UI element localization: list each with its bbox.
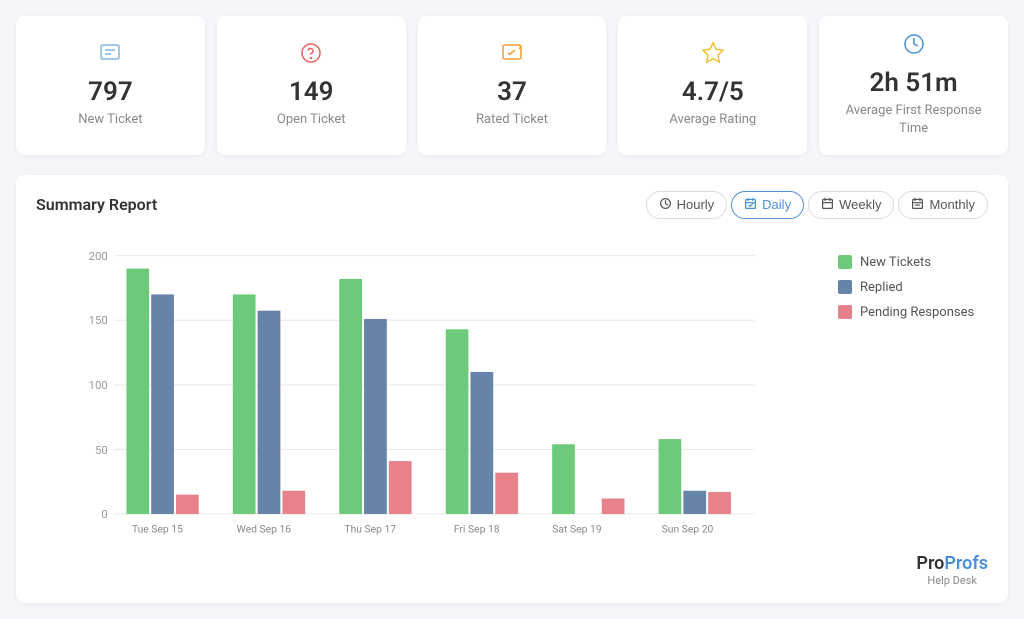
svg-text:0: 0 <box>101 507 107 521</box>
svg-text:150: 150 <box>89 312 108 326</box>
stats-row: 797 New Ticket 149 Open Ticket 37 Rated … <box>16 16 1008 155</box>
legend-dot <box>838 305 852 319</box>
avg-response-number: 2h 51m <box>870 68 958 99</box>
chart-legend: New Tickets Replied Pending Responses <box>828 235 988 549</box>
filter-btn-daily[interactable]: Daily <box>731 191 804 219</box>
chart-container: 200 150 100 50 0 Tue Sep 15 <box>36 235 988 549</box>
legend-item-new-tickets: New Tickets <box>838 255 988 270</box>
svg-text:50: 50 <box>95 443 108 457</box>
open-ticket-label: Open Ticket <box>277 111 346 129</box>
filter-btn-hourly[interactable]: Hourly <box>646 191 728 219</box>
svg-text:Wed Sep 16: Wed Sep 16 <box>237 522 292 535</box>
legend-dot <box>838 280 852 294</box>
rated-ticket-icon <box>500 41 524 71</box>
summary-title: Summary Report <box>36 195 157 214</box>
weekly-icon <box>821 197 834 213</box>
average-rating-icon <box>701 41 725 71</box>
avg-response-label: Average First Response Time <box>839 102 988 138</box>
stat-card-average-rating: 4.7/5 Average Rating <box>618 16 807 155</box>
svg-text:Tue Sep 15: Tue Sep 15 <box>132 522 183 535</box>
svg-text:Fri Sep 18: Fri Sep 18 <box>454 522 500 535</box>
bar-new <box>126 268 149 513</box>
svg-text:Sun Sep 20: Sun Sep 20 <box>662 522 714 535</box>
svg-text:200: 200 <box>89 248 108 262</box>
daily-icon <box>744 197 757 213</box>
filter-btn-weekly[interactable]: Weekly <box>808 191 894 219</box>
filter-label-hourly: Hourly <box>677 197 715 212</box>
average-rating-number: 4.7/5 <box>682 77 744 108</box>
open-ticket-icon <box>299 41 323 71</box>
hourly-icon <box>659 197 672 213</box>
stat-card-new-ticket: 797 New Ticket <box>16 16 205 155</box>
stat-card-rated-ticket: 37 Rated Ticket <box>418 16 607 155</box>
stat-card-open-ticket: 149 Open Ticket <box>217 16 406 155</box>
bar-replied <box>151 294 174 514</box>
summary-section: Summary Report Hourly Daily Weekly Monthly <box>16 175 1008 603</box>
legend-item-pending-responses: Pending Responses <box>838 305 988 320</box>
brand-pro: Pro <box>916 553 944 574</box>
brand-sub: Help Desk <box>916 574 988 587</box>
rated-ticket-number: 37 <box>497 77 527 108</box>
page-wrapper: 797 New Ticket 149 Open Ticket 37 Rated … <box>0 0 1024 619</box>
legend-label: Replied <box>860 280 903 295</box>
new-ticket-number: 797 <box>88 77 133 108</box>
bar-pending <box>176 494 199 513</box>
filter-btn-monthly[interactable]: Monthly <box>898 191 988 219</box>
svg-text:Sat Sep 19: Sat Sep 19 <box>552 522 601 535</box>
branding: ProProfs Help Desk <box>916 553 988 587</box>
stat-card-avg-response: 2h 51m Average First Response Time <box>819 16 1008 155</box>
legend-label: New Tickets <box>860 255 931 270</box>
avg-response-icon <box>902 32 926 62</box>
bar-chart: 200 150 100 50 0 Tue Sep 15 <box>36 235 812 545</box>
open-ticket-number: 149 <box>289 77 334 108</box>
legend-label: Pending Responses <box>860 305 974 320</box>
svg-text:100: 100 <box>89 378 108 392</box>
filter-label-daily: Daily <box>762 197 791 212</box>
time-filters: Hourly Daily Weekly Monthly <box>646 191 988 219</box>
legend-dot <box>838 255 852 269</box>
svg-text:Thu Sep 17: Thu Sep 17 <box>344 522 396 535</box>
new-ticket-label: New Ticket <box>78 111 142 129</box>
legend-item-replied: Replied <box>838 280 988 295</box>
brand-profs: Profs <box>944 553 988 574</box>
average-rating-label: Average Rating <box>669 111 756 129</box>
summary-header: Summary Report Hourly Daily Weekly Monthly <box>36 191 988 219</box>
filter-label-monthly: Monthly <box>929 197 975 212</box>
monthly-icon <box>911 197 924 213</box>
rated-ticket-label: Rated Ticket <box>476 111 548 129</box>
filter-label-weekly: Weekly <box>839 197 881 212</box>
new-ticket-icon <box>98 41 122 71</box>
chart-area: 200 150 100 50 0 Tue Sep 15 <box>36 235 812 549</box>
